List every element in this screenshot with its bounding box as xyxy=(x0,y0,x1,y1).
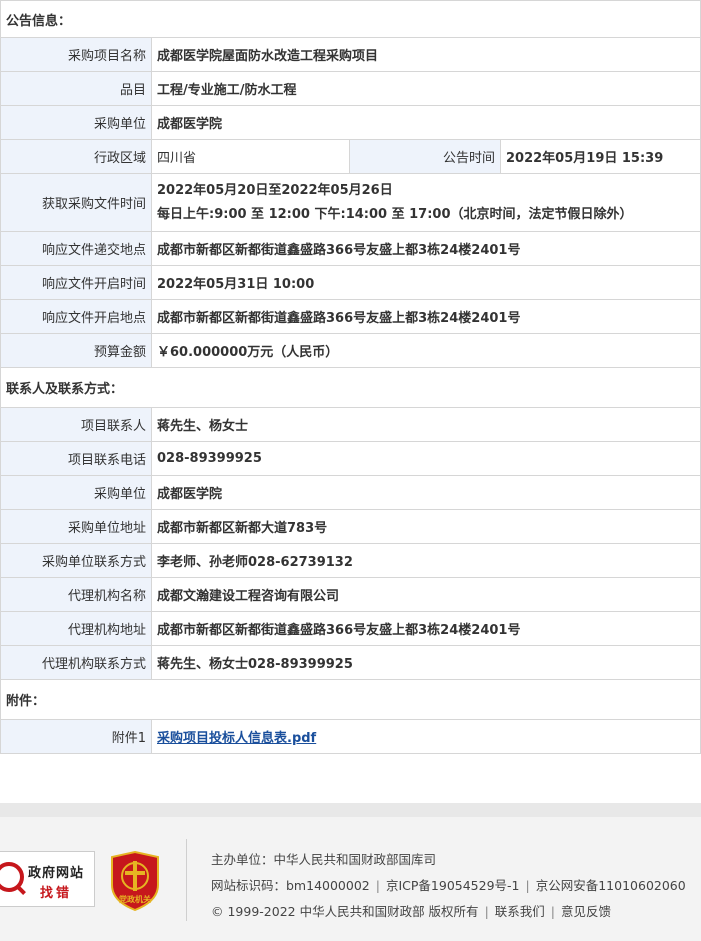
footer-info: 主办单位：中华人民共和国财政部国库司 网站标识码：bm14000002 | 京ICP… xyxy=(211,847,686,925)
row-label: 项目联系电话 xyxy=(0,441,152,476)
attachment-link[interactable]: 采购项目投标人信息表.pdf xyxy=(157,731,316,746)
attachment-cell: 采购项目投标人信息表.pdf xyxy=(150,719,701,754)
contact-us-link[interactable]: 联系我们 xyxy=(495,904,545,919)
footer-site-id: 网站标识码：bm14000002 xyxy=(211,878,370,893)
row-label: 响应文件递交地点 xyxy=(0,231,152,266)
gov-badge-title: 政府网站 xyxy=(28,866,85,881)
gov-badge-subtitle: 找错 xyxy=(40,886,73,901)
row-label: 采购项目名称 xyxy=(0,37,152,72)
section-header-attachments: 附件： xyxy=(0,679,701,720)
footer-copyright: © 1999-2022 中华人民共和国财政部 版权所有 xyxy=(211,904,479,919)
row-value: 成都市新都区新都街道鑫盛路366号友盛上都3栋24楼2401号 xyxy=(150,231,701,266)
row-value: 李老师、孙老师028-62739132 xyxy=(150,543,701,578)
row-label: 响应文件开启时间 xyxy=(0,265,152,300)
footer-separator: | xyxy=(375,878,380,893)
row-label: 采购单位地址 xyxy=(0,509,152,544)
row-value: 成都市新都区新都街道鑫盛路366号友盛上都3栋24楼2401号 xyxy=(150,611,701,646)
table-row: 采购项目名称 成都医学院屋面防水改造工程采购项目 xyxy=(0,37,701,72)
table-row: 采购单位 成都医学院 xyxy=(0,105,701,140)
table-row: 项目联系人 蒋先生、杨女士 xyxy=(0,407,701,442)
footer-copyright-line: © 1999-2022 中华人民共和国财政部 版权所有 | 联系我们 | 意见反馈 xyxy=(211,899,686,925)
party-badge-label: 党政机关 xyxy=(119,894,151,904)
row-value: 工程/专业施工/防水工程 xyxy=(150,71,701,106)
row-label: 采购单位联系方式 xyxy=(0,543,152,578)
row-label: 品目 xyxy=(0,71,152,106)
row-value: 蒋先生、杨女士028-89399925 xyxy=(150,645,701,680)
row-label: 采购单位 xyxy=(0,105,152,140)
announcement-table: 公告信息： 采购项目名称 成都医学院屋面防水改造工程采购项目 品目 工程/专业施… xyxy=(0,0,701,754)
footer-separator: | xyxy=(484,904,489,919)
row-value: 2022年05月31日 10:00 xyxy=(150,265,701,300)
doc-fetch-label: 获取采购文件时间 xyxy=(0,173,152,232)
gov-site-error-report-badge[interactable]: 政府网站 找错 xyxy=(0,851,95,907)
footer-separator: | xyxy=(550,904,556,919)
row-value: 成都市新都区新都大道783号 xyxy=(150,509,701,544)
table-row: 响应文件开启地点 成都市新都区新都街道鑫盛路366号友盛上都3栋24楼2401号 xyxy=(0,299,701,334)
table-row: 代理机构联系方式 蒋先生、杨女士028-89399925 xyxy=(0,645,701,680)
party-government-emblem-icon[interactable]: 党政机关 xyxy=(110,851,160,911)
footer-divider xyxy=(186,839,187,921)
table-row: 代理机构名称 成都文瀚建设工程咨询有限公司 xyxy=(0,577,701,612)
table-row-region: 行政区域 四川省 公告时间 2022年05月19日 15:39 xyxy=(0,139,701,174)
table-row: 响应文件递交地点 成都市新都区新都街道鑫盛路366号友盛上都3栋24楼2401号 xyxy=(0,231,701,266)
doc-fetch-dates: 2022年05月20日至2022年05月26日 xyxy=(157,182,393,198)
budget-label: 预算金额 xyxy=(0,333,152,368)
footer-police-record-link[interactable]: 京公网安备11010602060 xyxy=(536,878,686,893)
region-value: 四川省 xyxy=(151,139,350,174)
row-label: 代理机构地址 xyxy=(0,611,152,646)
footer-gap xyxy=(0,803,701,817)
budget-value: ￥60.000000万元（人民币） xyxy=(150,333,701,368)
doc-fetch-hours: 每日上午:9:00 至 12:00 下午:14:00 至 17:00（北京时间，… xyxy=(157,206,633,222)
table-row-budget: 预算金额 ￥60.000000万元（人民币） xyxy=(0,333,701,368)
row-label: 响应文件开启地点 xyxy=(0,299,152,334)
table-row-attachment: 附件1 采购项目投标人信息表.pdf xyxy=(0,719,701,754)
publish-time-value: 2022年05月19日 15:39 xyxy=(499,139,701,174)
table-row: 采购单位地址 成都市新都区新都大道783号 xyxy=(0,509,701,544)
table-row: 采购单位联系方式 李老师、孙老师028-62739132 xyxy=(0,543,701,578)
row-value: 蒋先生、杨女士 xyxy=(150,407,701,442)
row-label: 采购单位 xyxy=(0,475,152,510)
row-value: 成都文瀚建设工程咨询有限公司 xyxy=(150,577,701,612)
doc-fetch-value: 2022年05月20日至2022年05月26日 每日上午:9:00 至 12:0… xyxy=(150,173,701,232)
footer-icp-link[interactable]: 京ICP备19054529号-1 xyxy=(386,878,520,893)
row-value: 成都市新都区新都街道鑫盛路366号友盛上都3栋24楼2401号 xyxy=(150,299,701,334)
row-label: 代理机构联系方式 xyxy=(0,645,152,680)
row-label: 代理机构名称 xyxy=(0,577,152,612)
table-row-doc-fetch: 获取采购文件时间 2022年05月20日至2022年05月26日 每日上午:9:… xyxy=(0,173,701,232)
row-value: 成都医学院 xyxy=(150,475,701,510)
table-row: 采购单位 成都医学院 xyxy=(0,475,701,510)
footer-separator: | xyxy=(525,878,530,893)
table-row: 代理机构地址 成都市新都区新都街道鑫盛路366号友盛上都3栋24楼2401号 xyxy=(0,611,701,646)
row-value: 成都医学院 xyxy=(150,105,701,140)
section-header-contacts: 联系人及联系方式： xyxy=(0,367,701,408)
site-footer: 政府网站 找错 党政机关 主办单位：中华人民共和国财政部国库司 网站标识码：bm… xyxy=(0,817,701,941)
footer-sponsor: 主办单位：中华人民共和国财政部国库司 xyxy=(211,852,437,867)
section-header-announcement: 公告信息： xyxy=(0,0,701,38)
magnifier-handle-icon xyxy=(16,885,26,895)
row-value: 成都医学院屋面防水改造工程采购项目 xyxy=(150,37,701,72)
feedback-link[interactable]: 意见反馈 xyxy=(561,904,611,919)
footer-registration-line: 网站标识码：bm14000002 | 京ICP备19054529号-1 | 京公网安备1… xyxy=(211,873,686,899)
attachment-label: 附件1 xyxy=(0,719,152,754)
row-label: 项目联系人 xyxy=(0,407,152,442)
table-row: 响应文件开启时间 2022年05月31日 10:00 xyxy=(0,265,701,300)
publish-time-label: 公告时间 xyxy=(349,139,501,174)
table-row: 项目联系电话 028-89399925 xyxy=(0,441,701,476)
table-row: 品目 工程/专业施工/防水工程 xyxy=(0,71,701,106)
row-value: 028-89399925 xyxy=(150,441,701,476)
region-label: 行政区域 xyxy=(0,139,152,174)
